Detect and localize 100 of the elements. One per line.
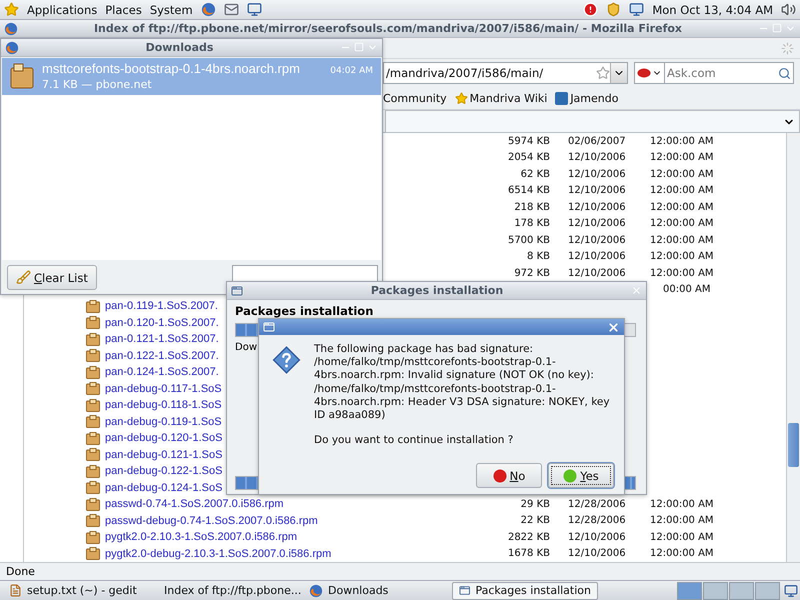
search-field[interactable]: Ask.com (665, 66, 778, 80)
spinner-icon (781, 42, 794, 54)
dialog-button[interactable]: Yes (548, 463, 614, 488)
scrollbar[interactable] (786, 133, 800, 562)
file-size: 178 KB (513, 218, 550, 230)
file-size: 22 KB (520, 515, 550, 526)
window-title: Index of ftp://ftp.pbone.net/mirror/seerofsouls.com/mandriva/2007/i586/main/ - Mozilla Firefox (92, 22, 684, 35)
file-link[interactable]: pan-debug-0.122-1.SoS (105, 465, 222, 478)
search-engine-button[interactable] (634, 62, 664, 84)
file-time: 12:00:00 AM (650, 234, 714, 246)
package-icon (86, 514, 100, 528)
package-icon (86, 448, 100, 462)
maximize-icon[interactable] (354, 42, 364, 52)
alert-icon[interactable] (583, 2, 598, 17)
package-icon (86, 300, 100, 313)
file-link[interactable]: pan-0.122-1.SoS.2007. (105, 350, 219, 362)
file-link[interactable]: pan-debug-0.124-1.SoS (105, 482, 222, 494)
file-date: 12/10/2006 (567, 168, 627, 180)
mail-icon[interactable] (224, 2, 239, 17)
status-text: Done (6, 565, 35, 578)
status-text: Dow (235, 342, 257, 353)
file-date: 12/10/2006 (567, 202, 627, 213)
file-time: 12:00:00 AM (650, 498, 714, 510)
package-icon (86, 398, 100, 412)
package-icon (86, 530, 100, 544)
star-icon[interactable] (596, 66, 610, 80)
volume-icon[interactable] (781, 2, 796, 17)
file-link[interactable]: pan-debug-0.121-1.SoS (105, 448, 222, 461)
history-dropdown-button[interactable] (610, 63, 627, 83)
file-link[interactable]: pygtk2.0-2.10.3-1.SoS.2007.0.i586.rpm (105, 531, 298, 544)
file-time: 00:00 AM (663, 284, 710, 296)
file-link[interactable]: passwd-debug-0.74-1.SoS.2007.0.i586.rpm (105, 514, 318, 527)
monitor-icon[interactable] (246, 2, 262, 17)
url-field[interactable]: /mandriva/2007/i586/main/ (384, 66, 596, 80)
panel-menu[interactable]: System (150, 2, 193, 16)
file-link[interactable]: pan-0.119-1.SoS.2007. (105, 300, 218, 312)
panel-menu[interactable]: Applications (27, 2, 98, 16)
file-link[interactable]: passwd-0.74-1.SoS.2007.0.i586.rpm (105, 498, 284, 510)
clock[interactable]: Mon Oct 13, 4:04 AM (652, 2, 773, 16)
search-engine-icon (637, 68, 651, 78)
file-time: 12:00:00 AM (650, 152, 714, 164)
window-icon (231, 284, 243, 296)
package-icon (86, 382, 100, 396)
package-icon (86, 547, 100, 560)
file-size: 5974 KB (506, 136, 550, 147)
file-time: 12:00:00 AM (650, 532, 714, 543)
file-date: 12/10/2006 (567, 218, 627, 230)
browser-icon (5, 40, 19, 54)
file-link[interactable]: pan-0.121-1.SoS.2007. (105, 333, 219, 346)
address-bar[interactable]: /mandriva/2007/i586/main/ (383, 62, 628, 84)
file-size: 2054 KB (506, 152, 550, 164)
bookmark-link[interactable]: Jamendo (555, 92, 618, 104)
browser-icon (309, 584, 323, 598)
file-link[interactable]: pan-0.120-1.SoS.2007. (105, 316, 219, 329)
shield-icon[interactable] (606, 2, 622, 17)
workspace-button[interactable] (755, 582, 780, 600)
dot-icon (492, 468, 507, 482)
text-editor-icon (9, 584, 22, 597)
package-icon (86, 415, 100, 428)
workspace-button[interactable] (729, 582, 754, 600)
file-time: 12:00:00 AM (650, 548, 714, 560)
workspace-button[interactable] (677, 582, 702, 600)
taskbar-button[interactable]: Downloads (302, 582, 448, 600)
search-icon[interactable] (778, 66, 791, 80)
file-time: 12:00:00 AM (650, 268, 714, 279)
star-icon (454, 92, 468, 104)
window-icon (263, 321, 275, 333)
package-icon (86, 481, 100, 494)
maximize-icon[interactable] (772, 23, 782, 33)
file-link[interactable]: pan-debug-0.120-1.SoS (105, 432, 222, 444)
package-icon (86, 432, 100, 445)
file-date: 12/10/2006 (567, 185, 627, 196)
scrollbar-thumb[interactable] (788, 423, 799, 467)
window-icon (459, 584, 470, 597)
taskbar-button[interactable]: Packages installation (452, 582, 598, 600)
desktop-icon[interactable] (784, 584, 798, 598)
file-date: 12/10/2006 (567, 532, 627, 543)
download-details: 7.1 KB — pbone.net (42, 78, 153, 91)
bookmark-link[interactable]: Community (383, 92, 447, 104)
taskbar-button[interactable]: Index of ftp://ftp.pbone... (152, 582, 298, 600)
taskbar-button[interactable]: setup.txt (~) - gedit (2, 582, 148, 600)
file-link[interactable]: pan-0.124-1.SoS.2007. (105, 366, 219, 378)
star-icon[interactable] (4, 2, 19, 17)
dialog-button[interactable]: No (476, 463, 542, 488)
monitor-icon[interactable] (629, 2, 644, 17)
clear-list-button[interactable]: Clear List (7, 265, 97, 290)
file-size: 2822 KB (506, 532, 550, 543)
file-time: 12:00:00 AM (650, 202, 714, 213)
file-size: 5700 KB (506, 234, 550, 246)
file-link[interactable]: pan-debug-0.117-1.SoS (105, 382, 222, 395)
bookmark-link[interactable]: Mandriva Wiki (454, 92, 548, 104)
file-link[interactable]: pygtk2.0-debug-2.10.3-1.SoS.2007.0.i586.rpm (105, 548, 332, 560)
search-bar[interactable]: Ask.com (664, 62, 794, 84)
close-icon[interactable] (607, 320, 620, 334)
file-link[interactable]: pan-debug-0.118-1.SoS (105, 399, 222, 412)
file-link[interactable]: pan-debug-0.119-1.SoS (105, 416, 222, 428)
workspace-button[interactable] (703, 582, 728, 600)
package-icon (86, 366, 100, 379)
panel-menu[interactable]: Places (105, 2, 142, 16)
file-size: 1678 KB (506, 548, 550, 560)
